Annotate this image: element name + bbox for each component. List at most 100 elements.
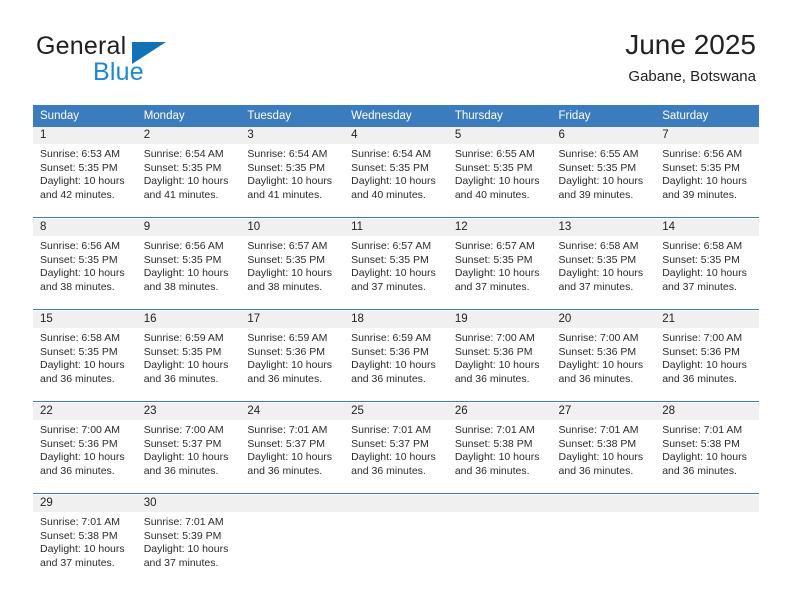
day-cell-empty <box>447 495 552 585</box>
day-details: Sunrise: 7:00 AM Sunset: 5:36 PM Dayligh… <box>655 328 759 386</box>
sunrise-text: Sunrise: 6:58 AM <box>558 240 639 252</box>
day-cell[interactable]: 13 Sunrise: 6:58 AM Sunset: 5:35 PM Dayl… <box>551 219 656 310</box>
day-cell[interactable]: 6 Sunrise: 6:55 AM Sunset: 5:35 PM Dayli… <box>551 127 656 218</box>
sunrise-text: Sunrise: 7:01 AM <box>143 516 224 528</box>
day-cell[interactable]: 23 Sunrise: 7:00 AM Sunset: 5:37 PM Dayl… <box>136 403 241 494</box>
day-cell[interactable]: 14 Sunrise: 6:58 AM Sunset: 5:35 PM Dayl… <box>655 219 759 310</box>
sunset-text: Sunset: 5:35 PM <box>662 161 740 174</box>
weekday-header-tuesday: Tuesday <box>240 105 345 127</box>
day-details: Sunrise: 7:00 AM Sunset: 5:36 PM Dayligh… <box>33 420 137 478</box>
sunrise-text: Sunrise: 6:56 AM <box>40 240 120 252</box>
day-cell[interactable]: 16 Sunrise: 6:59 AM Sunset: 5:35 PM Dayl… <box>136 311 241 402</box>
daylight-text-line2: and 36 minutes. <box>558 464 634 477</box>
weekday-header-sunday: Sunday <box>33 105 137 127</box>
sunrise-text: Sunrise: 7:00 AM <box>454 332 535 344</box>
day-number: 25 <box>344 403 448 420</box>
day-cell[interactable]: 20 Sunrise: 7:00 AM Sunset: 5:36 PM Dayl… <box>551 311 656 402</box>
day-cell[interactable]: 1 Sunrise: 6:53 AM Sunset: 5:35 PM Dayli… <box>33 127 137 218</box>
daylight-text-line2: and 36 minutes. <box>143 372 219 385</box>
sunset-text: Sunset: 5:35 PM <box>247 253 326 266</box>
day-cell[interactable]: 15 Sunrise: 6:58 AM Sunset: 5:35 PM Dayl… <box>33 311 137 402</box>
daylight-text-line1: Daylight: 10 hours <box>558 359 644 372</box>
day-cell[interactable]: 8 Sunrise: 6:56 AM Sunset: 5:35 PM Dayli… <box>33 219 137 310</box>
day-details: Sunrise: 6:57 AM Sunset: 5:35 PM Dayligh… <box>344 236 448 294</box>
day-details: Sunrise: 7:01 AM Sunset: 5:38 PM Dayligh… <box>552 420 656 478</box>
calendar-week-row: 8 Sunrise: 6:56 AM Sunset: 5:35 PM Dayli… <box>33 219 759 310</box>
calendar-page: General Blue June 2025 Gabane, Botswana … <box>0 0 792 612</box>
day-number: 7 <box>655 127 759 144</box>
page-subtitle-location: Gabane, Botswana <box>628 68 756 85</box>
daylight-text-line2: and 36 minutes. <box>662 372 737 385</box>
sunrise-text: Sunrise: 6:59 AM <box>247 332 328 344</box>
daylight-text-line1: Daylight: 10 hours <box>662 267 747 280</box>
day-number: 20 <box>551 311 656 328</box>
general-blue-logo[interactable]: General Blue <box>36 32 216 88</box>
calendar-week-row: 15 Sunrise: 6:58 AM Sunset: 5:35 PM Dayl… <box>33 311 759 402</box>
day-details: Sunrise: 6:59 AM Sunset: 5:35 PM Dayligh… <box>137 328 241 386</box>
day-cell[interactable]: 11 Sunrise: 6:57 AM Sunset: 5:35 PM Dayl… <box>344 219 448 310</box>
daylight-text-line2: and 36 minutes. <box>351 372 426 385</box>
day-number <box>447 495 552 512</box>
daylight-text-line2: and 39 minutes. <box>662 188 737 201</box>
day-cell[interactable]: 4 Sunrise: 6:54 AM Sunset: 5:35 PM Dayli… <box>344 127 448 218</box>
day-cell[interactable]: 21 Sunrise: 7:00 AM Sunset: 5:36 PM Dayl… <box>655 311 759 402</box>
day-cell[interactable]: 28 Sunrise: 7:01 AM Sunset: 5:38 PM Dayl… <box>655 403 759 494</box>
daylight-text-line1: Daylight: 10 hours <box>40 543 125 556</box>
day-cell[interactable]: 17 Sunrise: 6:59 AM Sunset: 5:36 PM Dayl… <box>240 311 345 402</box>
day-cell[interactable]: 27 Sunrise: 7:01 AM Sunset: 5:38 PM Dayl… <box>551 403 656 494</box>
day-number <box>655 495 759 512</box>
day-cell[interactable]: 30 Sunrise: 7:01 AM Sunset: 5:39 PM Dayl… <box>136 495 241 585</box>
sunrise-text: Sunrise: 7:00 AM <box>143 424 224 436</box>
daylight-text-line1: Daylight: 10 hours <box>143 543 229 556</box>
daylight-text-line1: Daylight: 10 hours <box>662 175 747 188</box>
day-cell[interactable]: 18 Sunrise: 6:59 AM Sunset: 5:36 PM Dayl… <box>344 311 448 402</box>
daylight-text-line2: and 38 minutes. <box>143 280 219 293</box>
day-cell[interactable]: 25 Sunrise: 7:01 AM Sunset: 5:37 PM Dayl… <box>344 403 448 494</box>
sunset-text: Sunset: 5:35 PM <box>143 253 222 266</box>
day-cell[interactable]: 5 Sunrise: 6:55 AM Sunset: 5:35 PM Dayli… <box>447 127 552 218</box>
calendar-week-row: 22 Sunrise: 7:00 AM Sunset: 5:36 PM Dayl… <box>33 403 759 494</box>
sunset-text: Sunset: 5:36 PM <box>351 345 429 358</box>
day-cell-empty <box>240 495 345 585</box>
day-details: Sunrise: 7:01 AM Sunset: 5:37 PM Dayligh… <box>240 420 344 478</box>
daylight-text-line2: and 36 minutes. <box>143 464 219 477</box>
day-cell[interactable]: 26 Sunrise: 7:01 AM Sunset: 5:38 PM Dayl… <box>447 403 552 494</box>
day-cell[interactable]: 19 Sunrise: 7:00 AM Sunset: 5:36 PM Dayl… <box>447 311 552 402</box>
sunrise-text: Sunrise: 6:57 AM <box>454 240 535 252</box>
day-cell[interactable]: 10 Sunrise: 6:57 AM Sunset: 5:35 PM Dayl… <box>240 219 345 310</box>
daylight-text-line2: and 41 minutes. <box>143 188 219 201</box>
day-cell[interactable]: 24 Sunrise: 7:01 AM Sunset: 5:37 PM Dayl… <box>240 403 345 494</box>
sunrise-text: Sunrise: 6:55 AM <box>454 148 535 160</box>
daylight-text-line1: Daylight: 10 hours <box>40 175 125 188</box>
day-number: 15 <box>33 311 137 328</box>
daylight-text-line1: Daylight: 10 hours <box>40 267 125 280</box>
weekday-header-friday: Friday <box>551 105 656 127</box>
day-details: Sunrise: 6:58 AM Sunset: 5:35 PM Dayligh… <box>552 236 656 294</box>
day-cell[interactable]: 12 Sunrise: 6:57 AM Sunset: 5:35 PM Dayl… <box>447 219 552 310</box>
sunset-text: Sunset: 5:35 PM <box>454 161 533 174</box>
daylight-text-line2: and 36 minutes. <box>247 372 323 385</box>
day-details: Sunrise: 7:01 AM Sunset: 5:38 PM Dayligh… <box>33 512 137 570</box>
logo-text-blue: Blue <box>93 58 144 86</box>
day-details: Sunrise: 6:59 AM Sunset: 5:36 PM Dayligh… <box>240 328 344 386</box>
day-cell[interactable]: 9 Sunrise: 6:56 AM Sunset: 5:35 PM Dayli… <box>136 219 241 310</box>
sunrise-text: Sunrise: 7:01 AM <box>558 424 639 436</box>
daylight-text-line2: and 36 minutes. <box>351 464 426 477</box>
day-cell[interactable]: 29 Sunrise: 7:01 AM Sunset: 5:38 PM Dayl… <box>33 495 137 585</box>
day-cell[interactable]: 2 Sunrise: 6:54 AM Sunset: 5:35 PM Dayli… <box>136 127 241 218</box>
day-cell[interactable]: 7 Sunrise: 6:56 AM Sunset: 5:35 PM Dayli… <box>655 127 759 218</box>
daylight-text-line1: Daylight: 10 hours <box>454 451 540 464</box>
daylight-text-line1: Daylight: 10 hours <box>351 359 436 372</box>
calendar-header-row: Sunday Monday Tuesday Wednesday Thursday… <box>33 105 759 127</box>
day-details: Sunrise: 6:55 AM Sunset: 5:35 PM Dayligh… <box>448 144 552 202</box>
daylight-text-line2: and 36 minutes. <box>662 464 737 477</box>
day-number: 27 <box>551 403 656 420</box>
day-cell-empty <box>655 495 759 585</box>
sunrise-text: Sunrise: 6:58 AM <box>662 240 743 252</box>
day-cell[interactable]: 22 Sunrise: 7:00 AM Sunset: 5:36 PM Dayl… <box>33 403 137 494</box>
day-details: Sunrise: 7:01 AM Sunset: 5:37 PM Dayligh… <box>344 420 448 478</box>
daylight-text-line1: Daylight: 10 hours <box>351 175 436 188</box>
day-cell[interactable]: 3 Sunrise: 6:54 AM Sunset: 5:35 PM Dayli… <box>240 127 345 218</box>
day-details: Sunrise: 6:56 AM Sunset: 5:35 PM Dayligh… <box>137 236 241 294</box>
daylight-text-line2: and 37 minutes. <box>558 280 634 293</box>
